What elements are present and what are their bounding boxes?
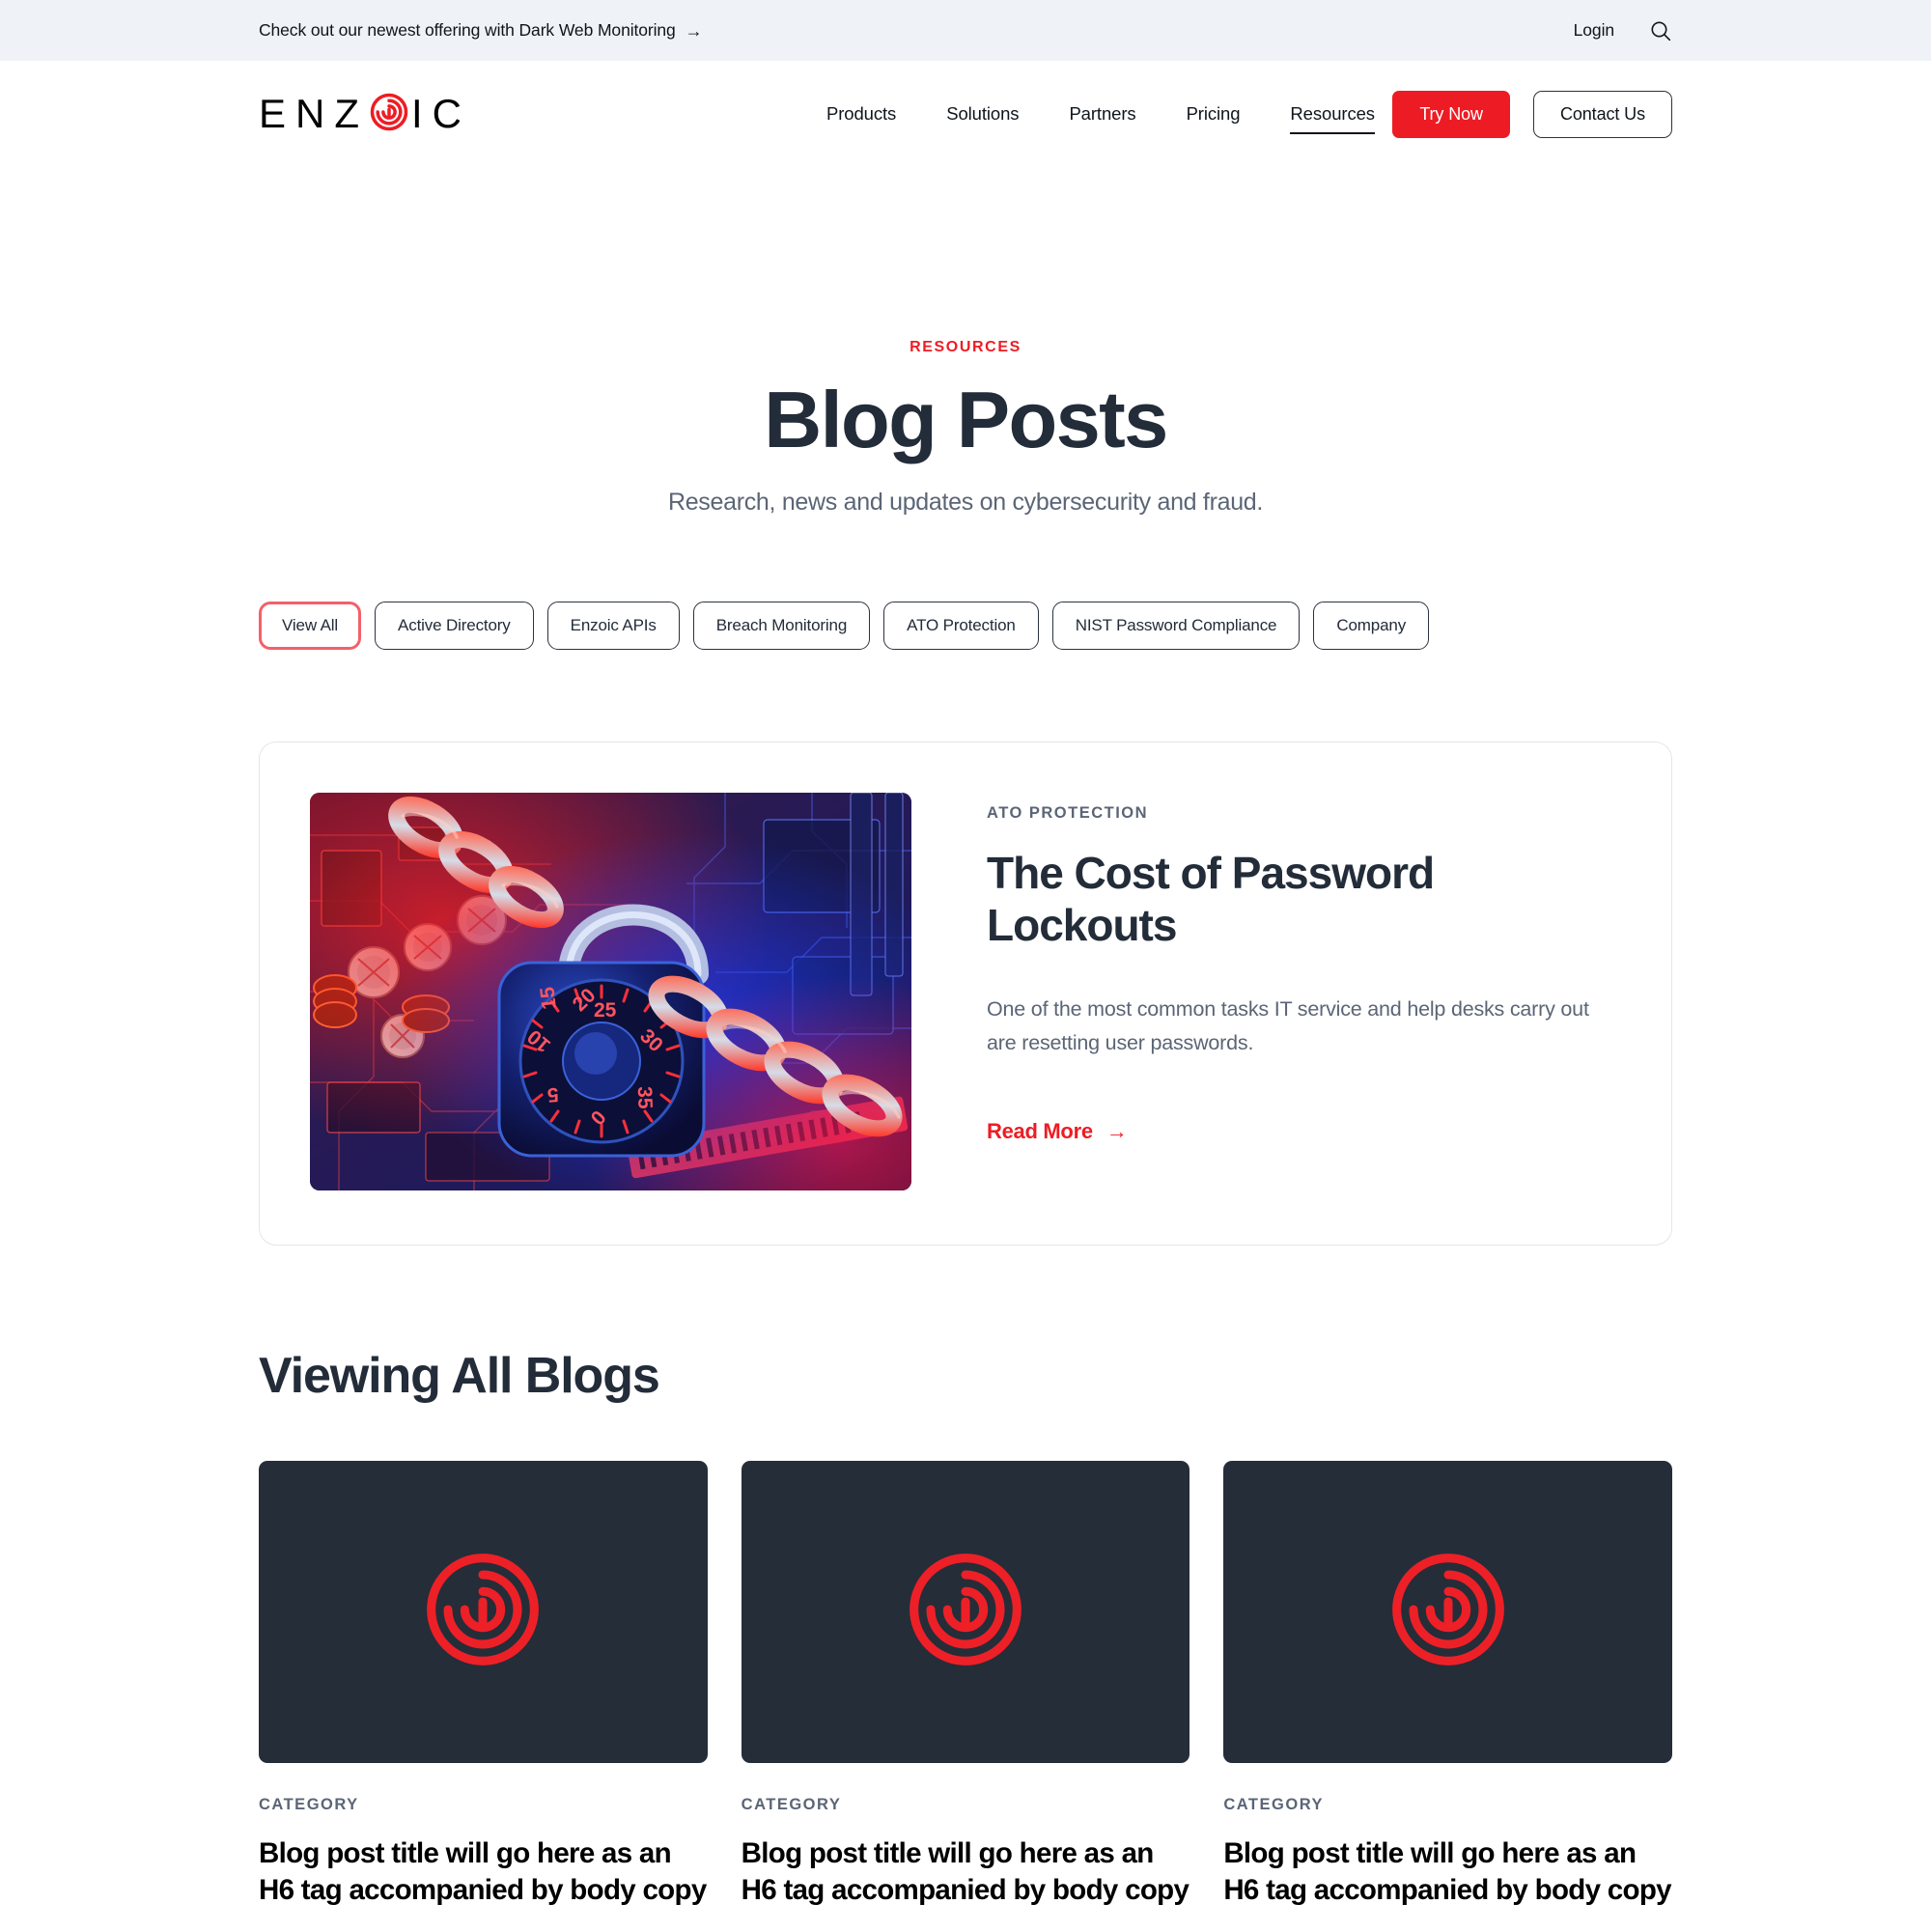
- arrow-right-icon: →: [685, 20, 703, 41]
- logo-text-left: ENZ: [259, 91, 369, 136]
- announcement-bar-right: Login: [1574, 0, 1672, 61]
- search-icon[interactable]: [1649, 19, 1672, 42]
- blog-card[interactable]: CATEGORY Blog post title will go here as…: [1223, 1461, 1672, 1932]
- blog-card-title: Blog post title will go here as an H6 ta…: [259, 1837, 707, 1906]
- main-nav: Products Solutions Partners Pricing Reso…: [801, 61, 1400, 167]
- site-header: ENZ IC Products Solutions Partners Prici…: [0, 61, 1931, 167]
- featured-post-wrapper: 25 30 35 0 5 10 15 20 ATO PROTECTION The…: [0, 742, 1931, 1246]
- nav-item-solutions[interactable]: Solutions: [921, 103, 1044, 125]
- read-more-label: Read More: [987, 1119, 1093, 1144]
- featured-post-image: 25 30 35 0 5 10 15 20: [310, 793, 911, 1191]
- featured-post-category: ATO PROTECTION: [987, 804, 1149, 823]
- featured-post-body: ATO PROTECTION The Cost of Password Lock…: [987, 793, 1621, 1190]
- read-more-link[interactable]: Read More →: [987, 1119, 1128, 1144]
- contact-us-button[interactable]: Contact Us: [1532, 90, 1672, 138]
- announcement-bar: Check out our newest offering with Dark …: [0, 0, 1931, 61]
- filter-pill-ato-protection[interactable]: ATO Protection: [883, 602, 1039, 651]
- blog-card-title: Blog post title will go here as an H6 ta…: [1223, 1837, 1671, 1906]
- svg-text:35: 35: [633, 1086, 657, 1109]
- page-title: Blog Posts: [764, 375, 1168, 464]
- filter-pill-breach-monitoring[interactable]: Breach Monitoring: [692, 602, 871, 651]
- arrow-right-icon: →: [1105, 1119, 1128, 1144]
- filter-pill-view-all[interactable]: View All: [259, 602, 362, 651]
- featured-post-description: One of the most common tasks IT service …: [987, 996, 1589, 1054]
- login-link[interactable]: Login: [1574, 20, 1614, 41]
- header-cta-group: Try Now Contact Us: [1392, 61, 1672, 167]
- try-now-button[interactable]: Try Now: [1392, 90, 1510, 138]
- site-logo[interactable]: ENZ IC: [259, 91, 471, 137]
- category-filter-bar: View All Active Directory Enzoic APIs Br…: [0, 602, 1931, 651]
- nav-item-pricing[interactable]: Pricing: [1161, 103, 1266, 125]
- logo-text-right: IC: [411, 91, 471, 136]
- announcement-text: Check out our newest offering with Dark …: [259, 20, 676, 40]
- blog-card[interactable]: CATEGORY Blog post title will go here as…: [741, 1461, 1190, 1932]
- enzoic-spiral-icon: [421, 1548, 545, 1676]
- nav-item-partners[interactable]: Partners: [1044, 103, 1161, 125]
- blog-card-thumbnail: [1223, 1461, 1672, 1764]
- filter-pill-company[interactable]: Company: [1313, 602, 1430, 651]
- filter-pill-enzoic-apis[interactable]: Enzoic APIs: [546, 602, 680, 651]
- nav-item-products[interactable]: Products: [801, 103, 921, 125]
- blog-card-category: CATEGORY: [1223, 1796, 1324, 1814]
- enzoic-spiral-icon: [369, 92, 409, 137]
- svg-text:5: 5: [546, 1083, 560, 1106]
- blog-card-category: CATEGORY: [259, 1796, 359, 1814]
- featured-post-title: The Cost of Password Lockouts: [987, 848, 1435, 951]
- blog-card-title: Blog post title will go here as an H6 ta…: [741, 1837, 1189, 1906]
- page-eyebrow: RESOURCES: [910, 339, 1021, 355]
- announcement-link[interactable]: Check out our newest offering with Dark …: [259, 20, 703, 41]
- blog-card-category: CATEGORY: [741, 1796, 842, 1814]
- nav-item-resources[interactable]: Resources: [1265, 103, 1400, 134]
- blog-section-title: Viewing All Blogs: [259, 1348, 660, 1405]
- blog-section-header: Viewing All Blogs: [0, 1347, 1931, 1405]
- hero-section: RESOURCES Blog Posts Research, news and …: [0, 167, 1931, 517]
- filter-pill-nist-password-compliance[interactable]: NIST Password Compliance: [1051, 602, 1301, 651]
- blog-card-thumbnail: [741, 1461, 1190, 1764]
- page-subtitle: Research, news and updates on cybersecur…: [667, 489, 1264, 517]
- featured-post-card[interactable]: 25 30 35 0 5 10 15 20 ATO PROTECTION The…: [259, 742, 1672, 1246]
- enzoic-spiral-icon: [1386, 1548, 1510, 1676]
- svg-text:15: 15: [536, 986, 560, 1011]
- filter-pill-active-directory[interactable]: Active Directory: [375, 602, 534, 651]
- enzoic-spiral-icon: [904, 1548, 1027, 1676]
- blog-card[interactable]: CATEGORY Blog post title will go here as…: [259, 1461, 708, 1932]
- blog-card-grid: CATEGORY Blog post title will go here as…: [0, 1461, 1931, 1932]
- blog-card-thumbnail: [259, 1461, 708, 1764]
